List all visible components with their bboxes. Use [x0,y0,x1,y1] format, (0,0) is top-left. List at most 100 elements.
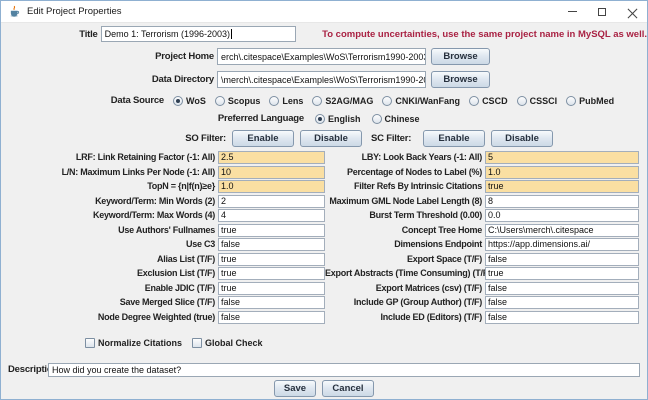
property-label: Exclusion List (T/F) [136,268,215,278]
property-value-field[interactable]: 4 [218,209,325,222]
property-row-node-degree-weighted: Node Degree Weighted (true) false [3,310,325,324]
property-value-field[interactable]: false [485,252,639,266]
data-directory-input[interactable]: \merch\.citespace\Examples\WoS\Terrorism… [217,71,426,88]
data-source-label: Data Source [110,95,164,106]
data-source-option-scopus[interactable]: Scopus [214,95,260,106]
window-title: Edit Project Properties [27,6,122,17]
property-value-field[interactable]: 2 [218,194,325,208]
data-source-option-lens[interactable]: Lens [269,95,303,106]
cancel-button[interactable]: Cancel [322,380,374,397]
data-source-option-wos[interactable]: WoS [173,95,206,106]
preferred-language-row: Preferred Language English Chinese [1,112,647,125]
property-row-max-words: Keyword/Term: Max Words (4) 4 [3,209,325,222]
data-directory-row: Data Directory \merch\.citespace\Example… [1,71,647,88]
description-input[interactable]: How did you create the dataset? [48,362,640,377]
normalize-citations-checkbox[interactable]: Normalize Citations [85,337,182,348]
radio-icon [566,95,577,106]
property-label: Burst Term Threshold (0.00) [369,210,482,220]
radio-icon [269,95,280,106]
property-value-field[interactable]: true [218,223,325,237]
radio-icon [371,113,382,124]
global-check-checkbox[interactable]: Global Check [192,337,263,348]
data-directory-label: Data Directory [151,74,214,85]
property-value-field[interactable]: 10 [218,165,325,179]
property-value-field[interactable]: true [218,252,325,266]
property-value-field[interactable]: true [218,281,325,295]
property-value-field[interactable]: false [485,296,639,309]
property-value-field[interactable]: 8 [485,194,639,208]
property-value-field[interactable]: false [485,281,639,295]
sc-filter-disable-button[interactable]: Disable [491,130,553,147]
property-label: Concept Tree Home [401,224,483,235]
sc-filter-enable-button[interactable]: Enable [423,130,485,147]
so-filter-disable-button[interactable]: Disable [300,130,362,147]
checkbox-icon [85,337,95,348]
data-source-option-pubmed[interactable]: PubMed [566,95,614,106]
property-label: Dimensions Endpoint [394,239,482,249]
so-filter-enable-button[interactable]: Enable [232,130,294,147]
title-bar: Edit Project Properties [1,1,647,23]
property-label: Save Merged Slice (T/F) [119,297,216,307]
language-option-english[interactable]: English [315,113,361,124]
left-property-column: LRF: Link Retaining Factor (-1: All) 2.5 … [3,151,325,325]
property-row-alias-list: Alias List (T/F) true [3,252,325,266]
property-label: TopN = {n|f(n)≥e} [147,181,215,191]
property-row-filter-refs: Filter Refs By Intrinsic Citations true [325,180,639,193]
property-value-field[interactable]: false [218,238,325,251]
project-home-label: Project Home [155,51,214,62]
property-value-field[interactable]: C:\Users\merch\.citespace [485,223,639,237]
property-value-field[interactable]: 5 [485,151,639,164]
maximize-button[interactable] [587,1,617,22]
property-row-gml-label-length: Maximum GML Node Label Length (8) 8 [325,194,639,208]
property-row-export-abstracts: Export Abstracts (Time Consuming) (T/F) t… [325,267,639,280]
property-value-field[interactable]: https://app.dimensions.ai/ [485,238,639,251]
description-label: Description [8,364,59,375]
action-button-row: Save Cancel [1,380,647,397]
edit-project-properties-dialog: Edit Project Properties Title Demo 1: Te… [0,0,648,400]
property-label: Maximum GML Node Label Length (8) [329,195,482,206]
text-caret [231,29,233,39]
property-value-field[interactable]: 0.0 [485,209,639,222]
radio-icon [469,95,480,106]
data-source-option-cnkiwanfang[interactable]: CNKI/WanFang [382,95,460,106]
property-row-include-gp: Include GP (Group Author) (T/F) false [325,296,639,309]
radio-icon [516,95,527,106]
property-label: Export Space (T/F) [406,253,482,264]
property-row-export-space: Export Space (T/F) false [325,252,639,266]
property-value-field[interactable]: true [485,180,639,193]
project-home-browse-button[interactable]: Browse [431,48,490,65]
title-input[interactable]: Demo 1: Terrorism (1996-2003) [100,26,297,42]
property-label: Enable JDIC (T/F) [144,282,216,293]
property-row-include-ed: Include ED (Editors) (T/F) false [325,310,639,324]
project-home-input[interactable]: erch\.citespace\Examples\WoS\Terrorism19… [217,48,426,65]
property-row-export-matrices: Export Matrices (csv) (T/F) false [325,281,639,295]
property-value-field[interactable]: false [218,296,325,309]
close-button[interactable] [617,1,647,22]
language-option-chinese[interactable]: Chinese [371,113,420,124]
data-source-option-s2agmag[interactable]: S2AG/MAG [312,95,373,106]
property-value-field[interactable]: true [485,267,639,280]
radio-icon [214,95,225,106]
property-value-field[interactable]: true [218,267,325,280]
data-source-option-cssci[interactable]: CSSCI [516,95,557,106]
property-value-field[interactable]: false [218,310,325,324]
property-value-field[interactable]: 1.0 [218,180,325,193]
data-source-option-cscd[interactable]: CSCD [469,95,508,106]
data-directory-browse-button[interactable]: Browse [431,71,490,88]
right-property-column: LBY: Look Back Years (-1: All) 5 Percenta… [325,151,639,325]
minimize-button[interactable] [557,1,587,22]
property-label: Export Abstracts (Time Consuming) (T/F) [325,268,485,278]
so-filter-label: SO Filter: [185,133,226,144]
title-row: Title Demo 1: Terrorism (1996-2003) To c… [1,26,647,42]
property-value-field[interactable]: 2.5 [218,151,325,164]
save-button[interactable]: Save [274,380,316,397]
sc-filter-label: SC Filter: [371,133,412,144]
property-row-min-words: Keyword/Term: Min Words (2) 2 [3,194,325,208]
java-app-icon [10,5,20,17]
property-label: Filter Refs By Intrinsic Citations [353,181,482,191]
property-value-field[interactable]: false [485,310,639,324]
property-row-save-merged-slice: Save Merged Slice (T/F) false [3,296,325,309]
mysql-warning-note: To compute uncertainties, use the same p… [322,28,647,40]
data-source-row: Data Source WoS Scopus Lens S2AG/MAG CNK… [1,94,647,107]
property-value-field[interactable]: 1.0 [485,165,639,179]
